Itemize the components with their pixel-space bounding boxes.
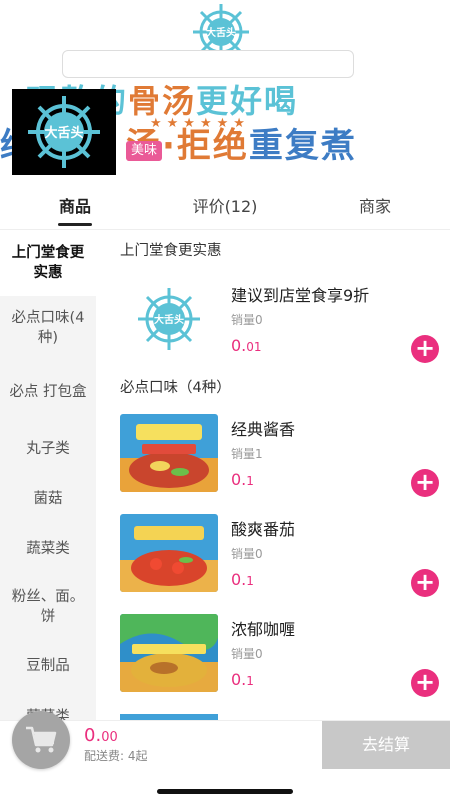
- product-item[interactable]: 经典酱香 销量1 0.1 +: [96, 414, 450, 510]
- sidebar-item-noodles[interactable]: 粉丝、面。饼: [0, 574, 96, 640]
- tab-bar: 商品 评价(12) 商家: [0, 196, 450, 230]
- delivery-fee: 配送费: 4起: [84, 749, 148, 763]
- product-sales: 销量0: [231, 547, 263, 561]
- plus-icon: +: [414, 668, 436, 696]
- tab-merchant[interactable]: 商家: [300, 196, 450, 229]
- home-indicator: [157, 789, 293, 794]
- svg-text:大舌头: 大舌头: [154, 313, 184, 326]
- shop-banner: 大舌头 现熬的骨汤更好喝 ★★★★★★ 绿汤·拒绝重复煮 大舌头 美味: [0, 0, 450, 196]
- add-to-cart-button[interactable]: +: [411, 469, 439, 497]
- section-title: 上门堂食更实惠: [120, 243, 222, 259]
- product-sales: 销量0: [231, 647, 263, 661]
- product-sales: 销量1: [231, 447, 263, 461]
- ship-wheel-icon: 大舌头: [28, 96, 100, 168]
- checkout-button[interactable]: 去结算: [322, 721, 450, 769]
- product-price: 0.1: [231, 670, 254, 689]
- product-price: 0.1: [231, 570, 254, 589]
- sidebar-item-vegetables[interactable]: 蔬菜类: [0, 524, 96, 574]
- product-image: [120, 514, 218, 592]
- product-name: 经典酱香: [231, 420, 296, 439]
- shop-avatar: 大舌头: [12, 89, 116, 175]
- tab-products[interactable]: 商品: [0, 196, 150, 229]
- product-price: 0.1: [231, 470, 254, 489]
- product-image: [120, 414, 218, 492]
- tab-reviews[interactable]: 评价(12): [150, 196, 300, 229]
- product-name: 浓郁咖喱: [231, 620, 296, 639]
- sidebar-item-mushrooms[interactable]: 菌菇: [0, 474, 96, 524]
- product-name: 建议到店堂食享9折: [231, 286, 370, 305]
- add-to-cart-button[interactable]: +: [411, 335, 439, 363]
- search-bar[interactable]: [62, 50, 354, 78]
- product-item[interactable]: 大舌头 建议到店堂食享9折 销量0 0.01 +: [96, 280, 450, 376]
- product-image: 大舌头: [120, 280, 218, 358]
- plus-icon: +: [414, 468, 436, 496]
- product-name: 酸爽番茄: [231, 520, 296, 539]
- sidebar-item-tofu[interactable]: 豆制品: [0, 640, 96, 692]
- section-title: 必点口味（4种）: [120, 380, 231, 396]
- add-to-cart-button[interactable]: +: [411, 669, 439, 697]
- product-item[interactable]: 浓郁咖喱 销量0 0.1 +: [96, 614, 450, 710]
- sidebar-item-packaging[interactable]: 必点 打包盒: [0, 360, 96, 424]
- add-to-cart-button[interactable]: +: [411, 569, 439, 597]
- sidebar-item-flavors[interactable]: 必点口味(4种): [0, 296, 96, 360]
- svg-text:大舌头: 大舌头: [206, 26, 236, 39]
- category-sidebar: 上门堂食更实惠 必点口味(4种) 必点 打包盒 丸子类 菌菇 蔬菜类 粉丝、面。…: [0, 230, 96, 720]
- sidebar-item-meatballs[interactable]: 丸子类: [0, 424, 96, 474]
- cart-bar: 0.00 配送费: 4起 去结算: [0, 711, 450, 769]
- plus-icon: +: [414, 568, 436, 596]
- cart-icon: [26, 726, 57, 753]
- plus-icon: +: [414, 334, 436, 362]
- product-image: [120, 614, 218, 692]
- product-sales: 销量0: [231, 313, 263, 327]
- cart-total: 0.00: [84, 725, 118, 746]
- product-item[interactable]: 酸爽番茄 销量0 0.1 +: [96, 514, 450, 610]
- svg-text:大舌头: 大舌头: [44, 125, 83, 141]
- shop-tag-badge: 美味: [126, 141, 163, 161]
- sidebar-item-dine-in[interactable]: 上门堂食更实惠: [0, 230, 96, 296]
- cart-button[interactable]: [12, 711, 70, 769]
- product-price: 0.01: [231, 336, 262, 355]
- product-list: 上门堂食更实惠 大舌头 建议到店堂食享9折 销量0 0.01 + 必点口味（4种…: [96, 230, 450, 720]
